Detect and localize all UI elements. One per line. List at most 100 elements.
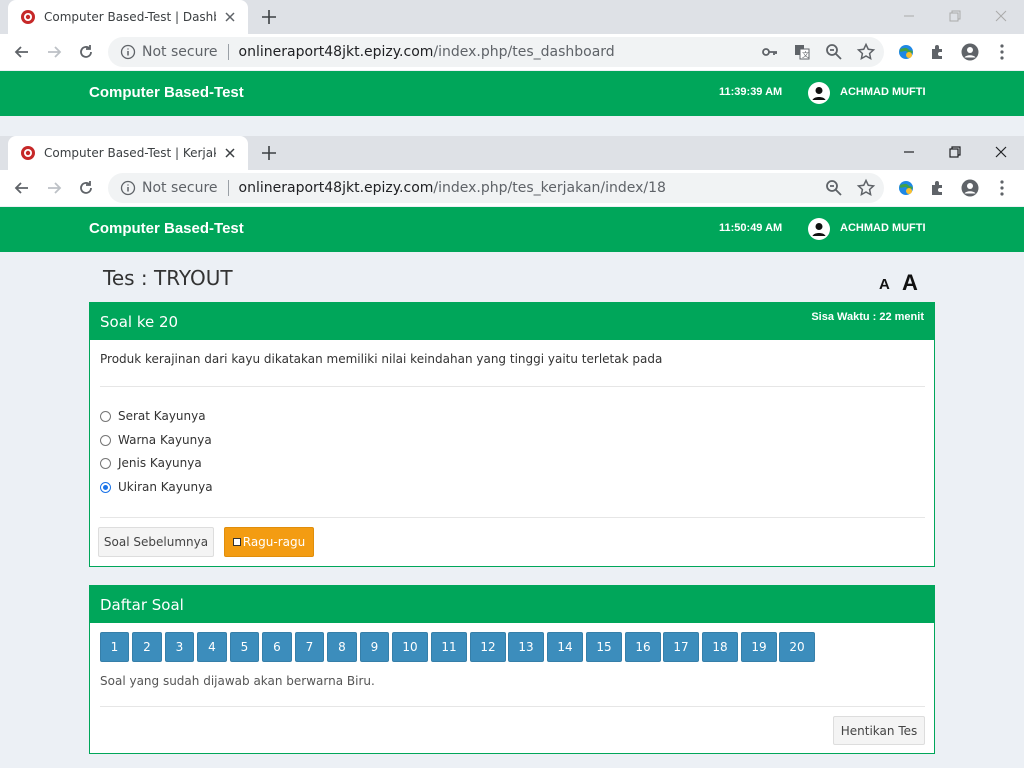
question-number-button[interactable]: 3 xyxy=(165,632,194,662)
answer-option-label: Jenis Kayunya xyxy=(118,456,202,470)
font-size-large-button[interactable]: A xyxy=(902,270,918,296)
profile-icon[interactable] xyxy=(960,178,980,198)
user-avatar-icon[interactable] xyxy=(808,218,830,240)
reload-icon[interactable] xyxy=(76,178,96,198)
omnibox-separator xyxy=(227,44,229,60)
question-number-button[interactable]: 15 xyxy=(586,632,622,662)
question-number-button[interactable]: 7 xyxy=(295,632,324,662)
remaining-time: Sisa Waktu : 22 menit xyxy=(811,311,924,323)
user-avatar-icon[interactable] xyxy=(808,82,830,104)
info-icon[interactable] xyxy=(120,180,136,196)
question-number-button[interactable]: 16 xyxy=(625,632,661,662)
close-window-icon[interactable] xyxy=(991,6,1011,26)
divider xyxy=(100,517,925,518)
url-path: /index.php/tes_kerjakan/index/18 xyxy=(433,180,666,196)
back-tab-strip: Computer Based-Test | Dashboard xyxy=(0,0,1024,34)
extensions-puzzle-icon[interactable] xyxy=(928,42,948,62)
stop-test-button[interactable]: Hentikan Tes xyxy=(833,716,925,745)
key-icon[interactable] xyxy=(760,42,780,62)
question-number-button[interactable]: 4 xyxy=(197,632,227,662)
answer-option-label: Warna Kayunya xyxy=(118,433,212,447)
user-name[interactable]: ACHMAD MUFTI xyxy=(840,86,926,98)
profile-icon[interactable] xyxy=(960,42,980,62)
menu-dots-icon[interactable] xyxy=(992,178,1012,198)
question-number-button[interactable]: 11 xyxy=(431,632,467,662)
question-text: Produk kerajinan dari kayu dikatakan mem… xyxy=(100,352,663,366)
back-arrow-icon[interactable] xyxy=(12,42,32,62)
question-number-button[interactable]: 14 xyxy=(547,632,583,662)
navbar-clock: 11:39:39 AM xyxy=(719,86,783,98)
bookmark-star-icon[interactable] xyxy=(856,178,876,198)
zoom-icon[interactable] xyxy=(824,42,844,62)
minimize-icon[interactable] xyxy=(899,6,919,26)
minimize-icon[interactable] xyxy=(899,142,919,162)
user-name[interactable]: ACHMAD MUFTI xyxy=(840,222,926,234)
question-box-header: Soal ke 20 Sisa Waktu : 22 menit xyxy=(90,303,934,340)
question-number-button[interactable]: 6 xyxy=(262,632,292,662)
question-number-button[interactable]: 5 xyxy=(230,632,259,662)
question-number-button[interactable]: 13 xyxy=(508,632,544,662)
menu-dots-icon[interactable] xyxy=(992,42,1012,62)
front-tab-title: Computer Based-Test | Kerjakan Tes xyxy=(44,146,216,160)
back-browser-tab[interactable]: Computer Based-Test | Dashboard xyxy=(8,0,248,34)
new-tab-icon[interactable] xyxy=(260,144,278,162)
question-number-button[interactable]: 8 xyxy=(327,632,357,662)
new-tab-icon[interactable] xyxy=(260,8,278,26)
back-arrow-icon[interactable] xyxy=(12,178,32,198)
globe-extension-icon[interactable] xyxy=(896,42,916,62)
omnibox-separator xyxy=(227,180,229,196)
zoom-icon[interactable] xyxy=(824,178,844,198)
front-site-navbar: Computer Based-Test 11:50:49 AM ACHMAD M… xyxy=(0,207,1024,252)
previous-question-button[interactable]: Soal Sebelumnya xyxy=(98,527,214,557)
radio-button[interactable] xyxy=(100,457,111,469)
close-tab-icon[interactable] xyxy=(222,145,238,161)
answered-hint: Soal yang sudah dijawab akan berwarna Bi… xyxy=(100,674,375,688)
question-number-button[interactable]: 10 xyxy=(392,632,428,662)
answer-option-c[interactable]: Jenis Kayunya xyxy=(100,456,202,470)
close-tab-icon[interactable] xyxy=(222,9,238,25)
question-list-title: Daftar Soal xyxy=(100,596,184,614)
restore-icon[interactable] xyxy=(945,6,965,26)
doubt-button-label: Ragu-ragu xyxy=(242,535,306,549)
question-number-button[interactable]: 18 xyxy=(702,632,738,662)
question-number-button[interactable]: 17 xyxy=(663,632,699,662)
globe-extension-icon[interactable] xyxy=(896,178,916,198)
forward-arrow-icon[interactable] xyxy=(44,178,64,198)
question-number-button[interactable]: 20 xyxy=(779,632,815,662)
info-icon[interactable] xyxy=(120,44,136,60)
font-size-small-button[interactable]: A xyxy=(879,276,890,293)
question-box: Soal ke 20 Sisa Waktu : 22 menit Produk … xyxy=(89,302,935,567)
radio-button-selected[interactable] xyxy=(100,481,111,493)
answer-option-label: Ukiran Kayunya xyxy=(118,480,213,494)
answer-option-a[interactable]: Serat Kayunya xyxy=(100,409,206,423)
reload-icon[interactable] xyxy=(76,42,96,62)
answer-option-d[interactable]: Ukiran Kayunya xyxy=(100,480,213,494)
radio-button[interactable] xyxy=(100,410,111,422)
question-number-button[interactable]: 12 xyxy=(470,632,506,662)
translate-icon[interactable]: 文 xyxy=(792,42,812,62)
question-number-button[interactable]: 9 xyxy=(360,632,389,662)
radio-button[interactable] xyxy=(100,434,111,446)
front-address-bar[interactable]: Not secure onlineraport48jkt.epizy.com/i… xyxy=(108,173,884,203)
site-brand[interactable]: Computer Based-Test xyxy=(89,84,244,101)
restore-icon[interactable] xyxy=(945,142,965,162)
question-number-button[interactable]: 19 xyxy=(741,632,777,662)
site-brand[interactable]: Computer Based-Test xyxy=(89,220,244,237)
url-host: onlineraport48jkt.epizy.com xyxy=(238,180,434,196)
bookmark-star-icon[interactable] xyxy=(856,42,876,62)
url-host: onlineraport48jkt.epizy.com xyxy=(238,44,434,60)
doubt-checkbox[interactable] xyxy=(232,538,241,546)
answer-option-b[interactable]: Warna Kayunya xyxy=(100,433,212,447)
question-number-button[interactable]: 1 xyxy=(100,632,129,662)
test-title: Tes : TRYOUT xyxy=(103,266,233,290)
obscured-content-strip xyxy=(0,116,1024,136)
divider xyxy=(100,386,925,387)
front-browser-tab[interactable]: Computer Based-Test | Kerjakan Tes xyxy=(8,136,248,170)
question-number-button[interactable]: 2 xyxy=(132,632,162,662)
extensions-puzzle-icon[interactable] xyxy=(928,178,948,198)
doubt-button[interactable]: Ragu-ragu xyxy=(224,527,314,557)
front-toolbar: Not secure onlineraport48jkt.epizy.com/i… xyxy=(0,170,1024,206)
back-site-navbar: Computer Based-Test 11:39:39 AM ACHMAD M… xyxy=(0,71,1024,116)
close-window-icon[interactable] xyxy=(991,142,1011,162)
forward-arrow-icon[interactable] xyxy=(44,42,64,62)
